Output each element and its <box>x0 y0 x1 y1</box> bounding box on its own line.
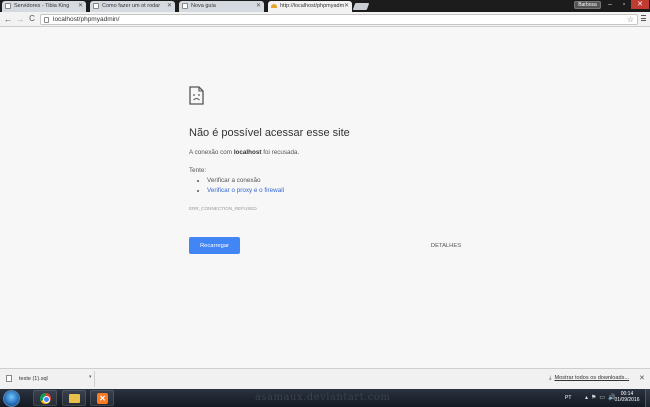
sad-page-icon <box>189 86 204 110</box>
suggestion-list: Verificar a conexão Verificar o proxy e … <box>199 177 284 197</box>
download-icon: ⤓ <box>549 375 552 381</box>
tab-title: Nova guia <box>191 3 216 9</box>
address-bar[interactable]: ☆ <box>40 14 638 25</box>
reload-page-button[interactable]: Recarregar <box>189 237 240 254</box>
url-input[interactable] <box>53 15 613 24</box>
error-title: Não é possível acessar esse site <box>189 127 350 139</box>
watermark: asamaux.deviantart.com <box>255 392 391 403</box>
page-icon <box>44 17 49 23</box>
profile-button[interactable]: Barbosa <box>574 1 601 9</box>
error-code: ERR_CONNECTION_REFUSED <box>189 206 257 211</box>
forward-button[interactable]: → <box>15 14 25 24</box>
maximize-icon[interactable]: ▫ <box>617 0 631 9</box>
minimize-icon[interactable]: – <box>603 0 617 9</box>
close-icon[interactable]: ✕ <box>78 2 83 9</box>
file-icon <box>6 375 12 382</box>
suggestion-item: Verificar a conexão <box>207 177 284 184</box>
clock[interactable]: 00:14 01/09/2016 <box>612 391 642 403</box>
page-icon <box>182 3 188 9</box>
error-message: A conexão com localhost foi recusada. <box>189 149 299 156</box>
page-icon <box>5 3 11 9</box>
start-button[interactable] <box>3 390 20 407</box>
download-item[interactable]: teste (1).sql ▾ <box>2 371 95 387</box>
tab-strip: Servidores - Tibia King ✕ Como fazer um … <box>0 0 650 12</box>
browser-toolbar: ← → C ☆ <box>0 12 650 27</box>
close-icon[interactable]: ✕ <box>344 2 349 9</box>
tab-phpmyadmin[interactable]: http://localhost/phpmyadm ✕ <box>268 1 352 12</box>
folder-icon <box>69 394 80 403</box>
taskbar-xampp[interactable]: ✕ <box>90 390 114 406</box>
download-shelf: teste (1).sql ▾ ⤓ Mostrar todos os downlo… <box>0 368 650 389</box>
phpmyadmin-icon <box>271 3 277 9</box>
tab-como-fazer[interactable]: Como fazer um ot rodar ✕ <box>90 1 175 12</box>
tab-title: Como fazer um ot rodar <box>102 3 161 9</box>
download-file-name: teste (1).sql <box>19 376 48 382</box>
reload-button[interactable]: C <box>27 14 37 24</box>
back-button[interactable]: ← <box>3 14 13 24</box>
show-desktop-button[interactable] <box>645 389 650 407</box>
tab-servidores[interactable]: Servidores - Tibia King ✕ <box>2 1 86 12</box>
details-button[interactable]: DETALHES <box>420 237 472 254</box>
tab-title: Servidores - Tibia King <box>14 3 70 9</box>
menu-icon[interactable] <box>641 15 647 24</box>
taskbar-explorer[interactable] <box>62 390 86 406</box>
clock-date: 01/09/2016 <box>614 397 640 403</box>
proxy-firewall-link[interactable]: Verificar o proxy e o firewall <box>207 187 284 194</box>
error-host: localhost <box>233 149 262 156</box>
language-indicator[interactable]: PT <box>565 395 571 401</box>
close-icon[interactable]: ✕ <box>256 2 261 9</box>
error-message-prefix: A conexão com <box>189 149 234 156</box>
error-message-suffix: foi recusada. <box>261 149 300 156</box>
close-icon[interactable]: ✕ <box>167 2 172 9</box>
chevron-down-icon[interactable]: ▾ <box>89 374 92 380</box>
new-tab-button[interactable] <box>352 3 370 10</box>
chrome-icon <box>40 393 51 404</box>
show-all-downloads-link[interactable]: ⤓ Mostrar todos os downloads... <box>549 375 629 382</box>
suggestion-item: Verificar o proxy e o firewall <box>207 187 284 194</box>
window-close-icon[interactable]: ✕ <box>631 0 649 9</box>
xampp-icon: ✕ <box>97 393 108 404</box>
taskbar-chrome[interactable] <box>33 390 57 406</box>
bookmark-star-icon[interactable]: ☆ <box>627 15 634 24</box>
show-all-label: Mostrar todos os downloads... <box>554 375 630 381</box>
tab-title: http://localhost/phpmyadm <box>280 3 345 9</box>
tab-nova-guia[interactable]: Nova guia ✕ <box>179 1 264 12</box>
close-icon[interactable]: ✕ <box>639 374 645 382</box>
page-icon <box>93 3 99 9</box>
try-label: Tente: <box>189 167 207 174</box>
